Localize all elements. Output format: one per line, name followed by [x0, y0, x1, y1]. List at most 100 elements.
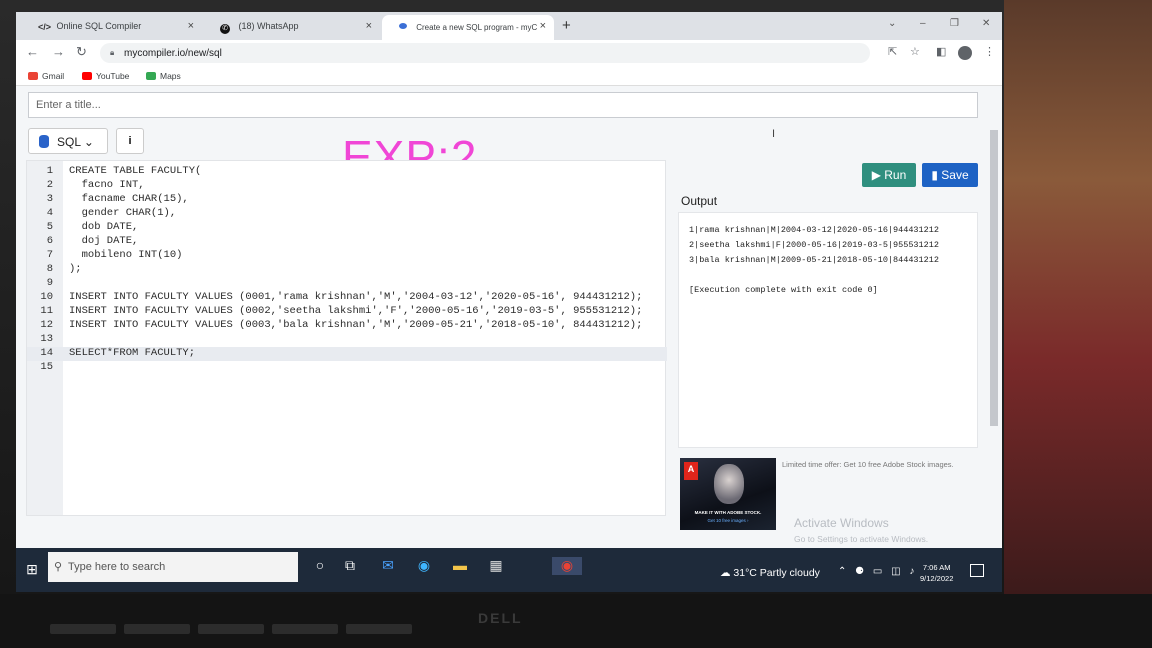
- close-window-icon[interactable]: ✕: [982, 18, 990, 29]
- code-text: INSERT INTO FACULTY VALUES (0002,'seetha…: [69, 305, 643, 317]
- line-number: 6: [46, 235, 53, 247]
- close-icon[interactable]: ×: [366, 20, 372, 32]
- title-placeholder: Enter a title...: [36, 99, 101, 111]
- taskbar: ⊞ ⚲ Type here to search ○ ⧉ ✉ ◉ ▬ ▦ ◉ ☁ …: [16, 548, 1002, 592]
- chrome-icon[interactable]: ◉: [552, 557, 582, 575]
- keyboard-key: [198, 624, 264, 634]
- code-line[interactable]: 9: [27, 277, 667, 291]
- code-line[interactable]: 7 mobileno INT(10): [27, 249, 667, 263]
- activate-windows-title: Activate Windows: [794, 516, 889, 530]
- line-number: 2: [46, 179, 53, 191]
- language-label: SQL: [57, 135, 81, 149]
- lock-icon: 🔒︎: [110, 48, 115, 57]
- gmail-icon: [28, 72, 38, 80]
- minimize-icon[interactable]: –: [920, 18, 926, 29]
- code-line[interactable]: 6 doj DATE,: [27, 235, 667, 249]
- line-number: 13: [40, 333, 53, 345]
- notification-icon[interactable]: [970, 564, 984, 577]
- task-view-icon[interactable]: ⧉: [340, 557, 360, 575]
- bookmark-gmail[interactable]: Gmail: [28, 71, 64, 81]
- output-line: 3|bala krishnan|M|2009-05-21|2018-05-10|…: [689, 255, 939, 265]
- ad-text[interactable]: Limited time offer: Get 10 free Adobe St…: [782, 460, 954, 469]
- keyboard-key: [272, 624, 338, 634]
- clock[interactable]: 7:06 AM 9/12/2022: [920, 562, 953, 584]
- address-bar[interactable]: 🔒︎ mycompiler.io/new/sql: [100, 43, 870, 63]
- code-line[interactable]: 3 facname CHAR(15),: [27, 193, 667, 207]
- code-line[interactable]: 4 gender CHAR(1),: [27, 207, 667, 221]
- youtube-icon: [82, 72, 92, 80]
- bookmark-maps[interactable]: Maps: [146, 71, 181, 81]
- date: 9/12/2022: [920, 574, 954, 583]
- tab-create-sql-program[interactable]: Create a new SQL program - myC ×: [382, 15, 554, 40]
- code-line[interactable]: 14 SELECT*FROM FACULTY;: [27, 347, 667, 361]
- new-tab-icon[interactable]: +: [562, 17, 571, 34]
- system-tray-icons[interactable]: ⌃ ⚈ ▭ ◫ ♪: [838, 566, 917, 577]
- tab-title: (18) WhatsApp: [238, 21, 299, 31]
- code-line[interactable]: 8);: [27, 263, 667, 277]
- store-icon[interactable]: ▦: [486, 557, 506, 575]
- side-panel-icon[interactable]: ◧: [936, 45, 946, 58]
- line-number: 10: [40, 291, 53, 303]
- background-scene: [1004, 0, 1152, 600]
- ad-cta[interactable]: Get 10 free images ›: [682, 518, 774, 523]
- info-button[interactable]: i: [116, 128, 144, 154]
- code-line[interactable]: 15: [27, 361, 667, 375]
- reload-icon[interactable]: ↻: [76, 44, 87, 60]
- restore-icon[interactable]: ❐: [950, 18, 959, 29]
- bookmark-youtube[interactable]: YouTube: [82, 71, 129, 81]
- code-text: INSERT INTO FACULTY VALUES (0003,'bala k…: [69, 319, 643, 331]
- menu-icon[interactable]: ⋮: [984, 45, 995, 58]
- ad-tagline: MAKE IT WITH ADOBE STOCK.: [694, 510, 762, 515]
- code-line[interactable]: 11 INSERT INTO FACULTY VALUES (0002,'seet…: [27, 305, 667, 319]
- language-select[interactable]: SQL ⌄: [28, 128, 108, 154]
- code-line[interactable]: 13: [27, 333, 667, 347]
- line-number: 9: [46, 277, 53, 289]
- output-line: 2|seetha lakshmi|F|2000-05-16|2019-03-5|…: [689, 240, 939, 250]
- line-number: 7: [46, 249, 53, 261]
- save-button[interactable]: ▮ Save: [922, 163, 978, 187]
- windows-start-icon[interactable]: ⊞: [16, 548, 48, 592]
- close-icon[interactable]: ×: [188, 20, 194, 32]
- edge-icon[interactable]: ◉: [414, 557, 434, 575]
- output-panel: 1|rama krishnan|M|2004-03-12|2020-05-16|…: [678, 212, 978, 448]
- code-editor[interactable]: 1 CREATE TABLE FACULTY(2 facno INT, 3 facn…: [26, 160, 667, 516]
- save-label: Save: [941, 168, 969, 182]
- tab-online-sql-compiler[interactable]: </> Online SQL Compiler ×: [22, 15, 202, 40]
- profile-avatar[interactable]: [958, 46, 972, 60]
- bookmarks-bar: Gmail YouTube Maps: [16, 66, 1002, 86]
- adobe-logo: A: [684, 462, 698, 480]
- tab-strip: </> Online SQL Compiler × ✆ (18) WhatsAp…: [16, 12, 1002, 40]
- close-icon[interactable]: ×: [540, 20, 546, 32]
- info-icon: i: [128, 135, 132, 147]
- forward-icon[interactable]: →: [52, 44, 65, 59]
- bookmark-label: Gmail: [42, 71, 65, 81]
- star-icon[interactable]: ☆: [910, 45, 920, 58]
- tab-search-icon[interactable]: ⌄: [888, 18, 896, 29]
- code-line[interactable]: 5 dob DATE,: [27, 221, 667, 235]
- code-line[interactable]: 12 INSERT INTO FACULTY VALUES (0003,'bala…: [27, 319, 667, 333]
- code-line[interactable]: 2 facno INT,: [27, 179, 667, 193]
- compiler-page: Enter a title... I SQL ⌄ i EXP:2 1 CREATE…: [16, 86, 1002, 548]
- photo-frame: </> Online SQL Compiler × ✆ (18) WhatsAp…: [0, 0, 1152, 648]
- run-button[interactable]: ▶ Run: [862, 163, 916, 187]
- page-scrollbar[interactable]: [990, 130, 998, 426]
- adobe-stock-ad[interactable]: A MAKE IT WITH ADOBE STOCK. Get 10 free …: [680, 458, 776, 530]
- tab-whatsapp[interactable]: ✆ (18) WhatsApp ×: [204, 15, 380, 40]
- code-line[interactable]: 10 INSERT INTO FACULTY VALUES (0001,'rama…: [27, 291, 667, 305]
- file-explorer-icon[interactable]: ▬: [450, 557, 470, 575]
- cortana-icon[interactable]: ○: [310, 557, 330, 575]
- taskbar-search[interactable]: ⚲ Type here to search: [48, 552, 298, 582]
- file-icon: ▮: [931, 168, 942, 182]
- mail-icon[interactable]: ✉: [378, 557, 398, 575]
- code-text: doj DATE,: [69, 235, 139, 247]
- share-icon[interactable]: ⇱: [888, 45, 897, 58]
- title-input[interactable]: Enter a title...: [28, 92, 978, 118]
- tab-title: Create a new SQL program - myC: [416, 23, 538, 32]
- code-line[interactable]: 1 CREATE TABLE FACULTY(: [27, 165, 667, 179]
- weather-widget[interactable]: ☁ 31°C Partly cloudy: [720, 567, 820, 579]
- code-text: facname CHAR(15),: [69, 193, 189, 205]
- maps-icon: [146, 72, 156, 80]
- code-text: mobileno INT(10): [69, 249, 183, 261]
- back-icon[interactable]: ←: [26, 44, 39, 59]
- code-text: gender CHAR(1),: [69, 207, 177, 219]
